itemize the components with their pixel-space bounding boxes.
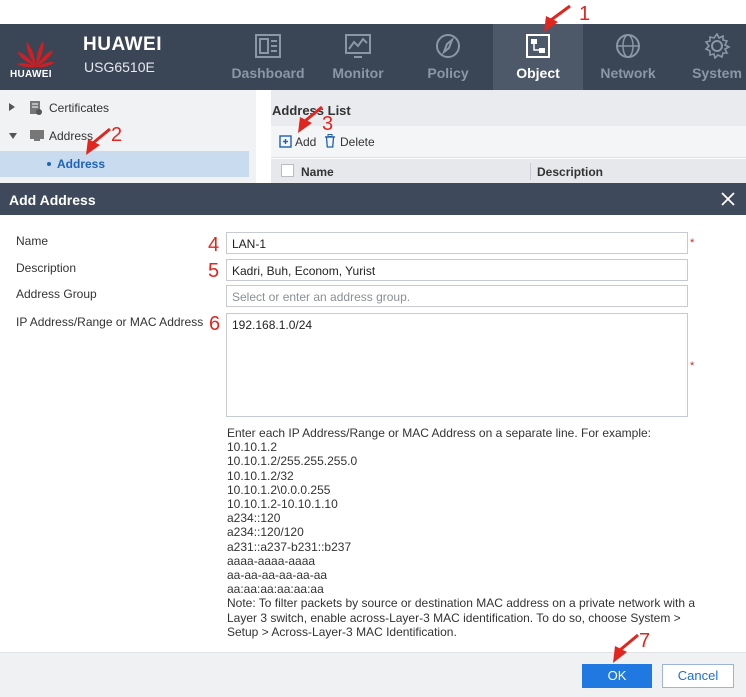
globe-icon — [616, 34, 640, 58]
brand-name: HUAWEI — [83, 34, 162, 55]
nav-tab-label: Network — [600, 65, 656, 81]
cancel-button[interactable]: Cancel — [662, 664, 734, 688]
panel-header: Address List — [271, 90, 746, 126]
tree-item-address-folder[interactable]: Address — [0, 123, 250, 149]
nav-tab-monitor[interactable]: Monitor — [313, 24, 403, 90]
object-icon — [526, 34, 550, 58]
address-folder-icon — [30, 130, 44, 141]
app-window: HUAWEI HUAWEI USG6510E Dashboard Monitor — [0, 0, 746, 697]
annotation-number-4: 4 — [208, 234, 220, 256]
dashboard-icon — [255, 34, 281, 58]
name-field[interactable]: LAN-1 — [226, 232, 688, 254]
help-example: aa:aa:aa:aa:aa:aa — [227, 582, 324, 597]
certificate-icon — [30, 101, 42, 115]
delete-label: Delete — [340, 135, 375, 149]
name-label: Name — [16, 234, 49, 248]
add-icon — [279, 135, 292, 148]
help-example: a234::120 — [227, 511, 281, 526]
ip-address-label: IP Address/Range or MAC Address — [16, 315, 204, 329]
nav-tab-dashboard[interactable]: Dashboard — [223, 24, 313, 90]
tree-item-address-selected[interactable]: Address — [0, 151, 249, 177]
tree-item-certificates[interactable]: Certificates — [0, 95, 250, 121]
address-group-label: Address Group — [16, 287, 97, 301]
select-all-checkbox[interactable] — [281, 164, 294, 177]
nav-tab-label: Policy — [427, 65, 469, 81]
top-navigation-bar: HUAWEI HUAWEI USG6510E Dashboard Monitor — [0, 24, 746, 90]
tree-item-label: Certificates — [49, 101, 110, 115]
column-divider[interactable] — [530, 163, 531, 180]
ok-button[interactable]: OK — [582, 664, 652, 688]
annotation-number-5: 5 — [208, 260, 220, 282]
help-intro: Enter each IP Address/Range or MAC Addre… — [227, 426, 652, 440]
column-header-description[interactable]: Description — [537, 165, 603, 179]
annotation-arrow-icon — [298, 105, 323, 133]
help-example: 10.10.1.2\0.0.0.255 — [227, 482, 331, 497]
close-icon[interactable] — [720, 191, 736, 207]
collapse-arrow-icon[interactable] — [9, 133, 17, 139]
expand-arrow-icon[interactable] — [9, 103, 15, 111]
dialog-body: Name LAN-1 * Description Kadri, Buh, Eco… — [0, 215, 746, 652]
annotation-arrow-icon — [544, 4, 571, 32]
ip-address-textarea[interactable]: 192.168.1.0/24 — [226, 313, 688, 417]
help-example: 10.10.1.2/255.255.255.0 — [227, 454, 358, 469]
gear-icon — [704, 33, 731, 59]
nav-tab-policy[interactable]: Policy — [403, 24, 493, 90]
trash-icon — [325, 134, 335, 148]
address-group-field[interactable]: Select or enter an address group. — [226, 285, 688, 307]
description-label: Description — [16, 261, 77, 275]
dialog-title-bar: Add Address — [0, 183, 746, 215]
device-model: USG6510E — [84, 59, 155, 75]
bullet-icon — [47, 162, 51, 166]
help-text: Enter each IP Address/Range or MAC Addre… — [227, 426, 707, 639]
annotation-number-1: 1 — [579, 3, 591, 25]
annotation-number-7: 7 — [639, 630, 651, 652]
help-example: 10.10.1.2-10.10.1.10 — [227, 497, 338, 512]
table-header: Name Description — [271, 159, 746, 183]
nav-tab-network[interactable]: Network — [583, 24, 673, 90]
logo-text: HUAWEI — [10, 69, 52, 80]
monitor-icon — [345, 34, 371, 58]
required-mark: * — [690, 360, 695, 372]
compass-icon — [436, 34, 460, 58]
nav-tab-label: Dashboard — [231, 65, 305, 81]
required-mark: * — [690, 237, 695, 249]
column-header-name[interactable]: Name — [301, 165, 334, 179]
help-example: a234::120/120 — [227, 525, 304, 540]
list-toolbar: Add Delete — [271, 126, 746, 158]
nav-tab-system[interactable]: System — [672, 24, 746, 90]
annotation-arrow-icon — [86, 127, 111, 155]
help-example: a231::a237-b231::b237 — [227, 539, 352, 554]
help-example: aaaa-aaaa-aaaa — [227, 553, 316, 568]
help-example: 10.10.1.2/32 — [227, 468, 294, 483]
annotation-arrow-icon — [613, 633, 639, 663]
tree-item-label: Address — [57, 157, 106, 171]
annotation-number-2: 2 — [111, 124, 123, 146]
nav-tab-label: Object — [516, 65, 560, 81]
description-field[interactable]: Kadri, Buh, Econom, Yurist — [226, 259, 688, 281]
nav-tab-label: System — [692, 65, 742, 81]
help-example: aa-aa-aa-aa-aa-aa — [227, 568, 328, 583]
help-example: 10.10.1.2 — [227, 440, 278, 455]
add-label: Add — [295, 135, 317, 149]
annotation-number-6: 6 — [209, 313, 221, 335]
navigation-tree: Certificates Address Address — [0, 90, 256, 183]
address-list-panel: Address List Add Delete Name Description — [271, 90, 746, 183]
dialog-title: Add Address — [9, 192, 96, 208]
nav-tab-label: Monitor — [332, 65, 384, 81]
